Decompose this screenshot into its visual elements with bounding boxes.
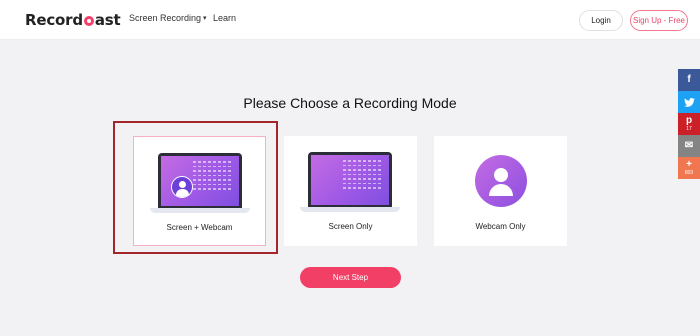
signup-button[interactable]: Sign Up - Free <box>630 10 688 31</box>
nav-learn-label: Learn <box>213 13 237 23</box>
laptop-illustration <box>300 152 400 212</box>
chevron-down-icon: ▾ <box>203 15 207 22</box>
user-avatar-icon <box>171 176 193 198</box>
more-share-button[interactable]: + 803 <box>678 157 700 179</box>
plus-icon: + <box>686 159 692 170</box>
pinterest-share-button[interactable]: p 17 <box>678 113 700 135</box>
mode-label: Screen Only <box>328 222 373 231</box>
twitter-icon <box>683 97 695 107</box>
mode-card-screen-only[interactable]: Screen Only <box>284 136 417 246</box>
nav-learn[interactable]: Learn <box>213 13 236 23</box>
pinterest-icon: p <box>685 115 693 126</box>
email-icon: ✉ <box>684 140 694 151</box>
top-header: Record ast Screen Recording ▾ Learn Login… <box>0 0 700 40</box>
laptop-webcam-illustration <box>150 153 250 213</box>
mode-label: Webcam Only <box>475 222 526 231</box>
login-button[interactable]: Login <box>579 10 623 31</box>
nav-screen-recording[interactable]: Screen Recording ▾ <box>129 13 207 23</box>
webcam-user-icon <box>475 155 527 207</box>
logo-c-icon <box>83 16 94 26</box>
facebook-share-button[interactable]: f <box>678 69 700 91</box>
logo-text-record: Record <box>25 11 83 29</box>
page-title: Please Choose a Recording Mode <box>243 95 457 111</box>
mode-card-webcam-only[interactable]: Webcam Only <box>434 136 567 246</box>
mode-label: Screen + Webcam <box>166 223 233 232</box>
recordcast-logo[interactable]: Record ast <box>25 10 121 30</box>
email-share-button[interactable]: ✉ <box>678 135 700 157</box>
nav-screen-recording-label: Screen Recording <box>129 13 202 23</box>
facebook-icon: f <box>687 74 691 85</box>
next-step-button[interactable]: Next Step <box>300 267 401 288</box>
more-share-count: 803 <box>684 170 694 176</box>
social-share-bar: f p 17 ✉ + 803 <box>678 69 700 179</box>
twitter-share-button[interactable] <box>678 91 700 113</box>
mode-card-screen-webcam[interactable]: Screen + Webcam <box>133 136 266 246</box>
pinterest-count: 17 <box>686 126 692 132</box>
logo-text-ast: ast <box>94 11 121 29</box>
